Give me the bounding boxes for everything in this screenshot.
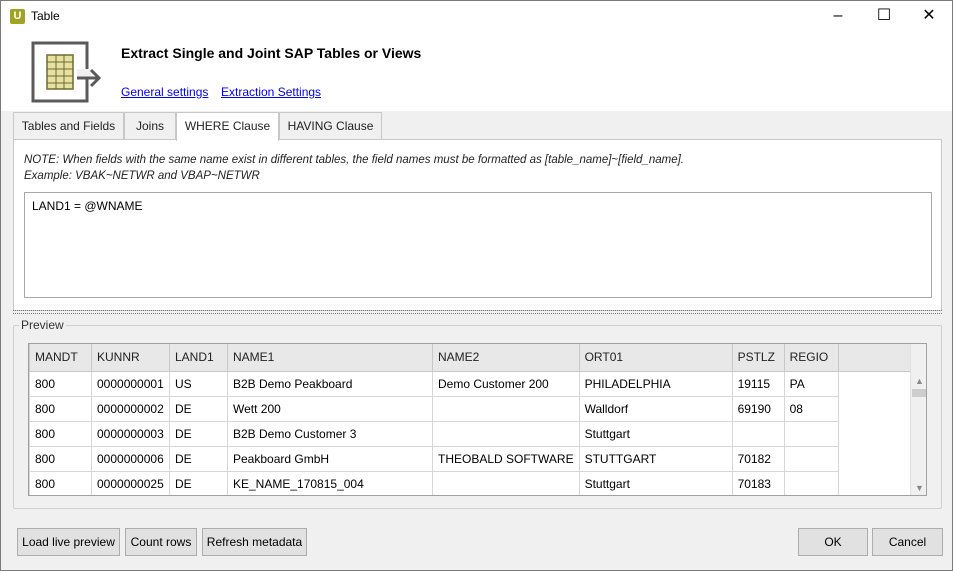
cell: B2B Demo Peakboard: [227, 370, 433, 397]
cell: [783, 470, 839, 495]
cell: KE_NAME_170815_004: [227, 470, 433, 495]
cell: 800: [29, 445, 92, 472]
count-rows-button[interactable]: Count rows: [125, 528, 197, 556]
cell: [432, 470, 580, 495]
cell: DE: [169, 470, 228, 495]
table-extract-icon: [31, 41, 102, 103]
cell: 08: [783, 395, 839, 422]
cancel-button[interactable]: Cancel: [872, 528, 943, 556]
cell: [783, 420, 839, 447]
cell: 800: [29, 395, 92, 422]
column-header-name2[interactable]: NAME2: [432, 344, 580, 372]
cell: Stuttgart: [578, 420, 733, 447]
cell: 69190: [731, 395, 785, 422]
tab-tables-and-fields[interactable]: Tables and Fields: [13, 112, 124, 140]
cell: 0000000002: [91, 395, 170, 422]
cell: 0000000001: [91, 370, 170, 397]
cell: PHILADELPHIA: [578, 370, 733, 397]
column-header-land1[interactable]: LAND1: [169, 344, 228, 372]
scroll-thumb[interactable]: [912, 389, 926, 397]
cell: 800: [29, 370, 92, 397]
cell: B2B Demo Customer 3: [227, 420, 433, 447]
cell: 800: [29, 420, 92, 447]
column-header-name1[interactable]: NAME1: [227, 344, 433, 372]
maximize-icon[interactable]: ☐: [861, 1, 907, 31]
preview-grid: MANDT KUNNR LAND1 NAME1 NAME2 ORT01 PSTL…: [28, 343, 927, 496]
note-text: NOTE: When fields with the same name exi…: [24, 152, 684, 184]
tab-where-clause[interactable]: WHERE Clause: [176, 112, 279, 141]
table-row[interactable]: 800 0000000001 US B2B Demo Peakboard Dem…: [29, 370, 924, 397]
scroll-down-icon[interactable]: ▼: [911, 481, 926, 495]
window-title: Table: [31, 9, 60, 23]
refresh-metadata-button[interactable]: Refresh metadata: [202, 528, 307, 556]
preview-legend: Preview: [19, 318, 66, 332]
cell: 800: [29, 470, 92, 495]
cell: Walldorf: [578, 395, 733, 422]
column-header-regio[interactable]: REGIO: [783, 344, 839, 372]
tab-having-clause[interactable]: HAVING Clause: [279, 112, 382, 140]
close-icon[interactable]: ✕: [906, 1, 952, 31]
cell: DE: [169, 395, 228, 422]
cell: [432, 395, 580, 422]
cell: DE: [169, 445, 228, 472]
cell: [432, 420, 580, 447]
minimize-icon[interactable]: –: [815, 1, 861, 31]
preview-table: MANDT KUNNR LAND1 NAME1 NAME2 ORT01 PSTL…: [29, 344, 924, 495]
cell: Peakboard GmbH: [227, 445, 433, 472]
column-header-pstlz[interactable]: PSTLZ: [731, 344, 785, 372]
tab-joins[interactable]: Joins: [124, 112, 176, 140]
where-clause-editor[interactable]: LAND1 = @WNAME: [24, 192, 932, 298]
vertical-scrollbar[interactable]: ▲ ▼: [910, 344, 926, 495]
cell: Wett 200: [227, 395, 433, 422]
scroll-up-icon[interactable]: ▲: [911, 374, 926, 388]
table-row[interactable]: 800 0000000002 DE Wett 200 Walldorf 6919…: [29, 395, 924, 422]
title-bar: U Table – ☐ ✕: [1, 1, 952, 31]
column-header-mandt[interactable]: MANDT: [29, 344, 92, 372]
dialog-header: Extract Single and Joint SAP Tables or V…: [1, 31, 952, 111]
cell: DE: [169, 420, 228, 447]
ok-button[interactable]: OK: [798, 528, 868, 556]
cell: Stuttgart: [578, 470, 733, 495]
cell: STUTTGART: [578, 445, 733, 472]
cell: 0000000003: [91, 420, 170, 447]
cell: US: [169, 370, 228, 397]
cell: 0000000006: [91, 445, 170, 472]
cell: THEOBALD SOFTWARE: [432, 445, 580, 472]
where-clause-panel: NOTE: When fields with the same name exi…: [13, 139, 942, 311]
cell: PA: [783, 370, 839, 397]
column-header-kunnr[interactable]: KUNNR: [91, 344, 170, 372]
table-row[interactable]: 800 0000000003 DE B2B Demo Customer 3 St…: [29, 420, 924, 447]
cell: [731, 420, 785, 447]
cell: [783, 445, 839, 472]
cell: 70183: [731, 470, 785, 495]
table-row[interactable]: 800 0000000006 DE Peakboard GmbH THEOBAL…: [29, 445, 924, 472]
where-clause-text: LAND1 = @WNAME: [32, 199, 143, 213]
note-line-2: Example: VBAK~NETWR and VBAP~NETWR: [24, 170, 260, 182]
general-settings-link[interactable]: General settings: [121, 85, 208, 99]
cell: 0000000025: [91, 470, 170, 495]
cell: 70182: [731, 445, 785, 472]
app-icon: U: [10, 9, 25, 24]
note-line-1: NOTE: When fields with the same name exi…: [24, 154, 684, 166]
table-row[interactable]: 800 0000000025 DE KE_NAME_170815_004 Stu…: [29, 470, 924, 495]
splitter-handle[interactable]: [13, 310, 942, 314]
load-live-preview-button[interactable]: Load live preview: [17, 528, 120, 556]
extraction-settings-link[interactable]: Extraction Settings: [221, 85, 321, 99]
cell: Demo Customer 200: [432, 370, 580, 397]
cell: 19115: [731, 370, 785, 397]
page-title: Extract Single and Joint SAP Tables or V…: [121, 45, 422, 61]
table-dialog-window: U Table – ☐ ✕ Extract Single and Joint S…: [0, 0, 953, 571]
header-row: MANDT KUNNR LAND1 NAME1 NAME2 ORT01 PSTL…: [29, 344, 924, 372]
column-header-ort01[interactable]: ORT01: [578, 344, 733, 372]
